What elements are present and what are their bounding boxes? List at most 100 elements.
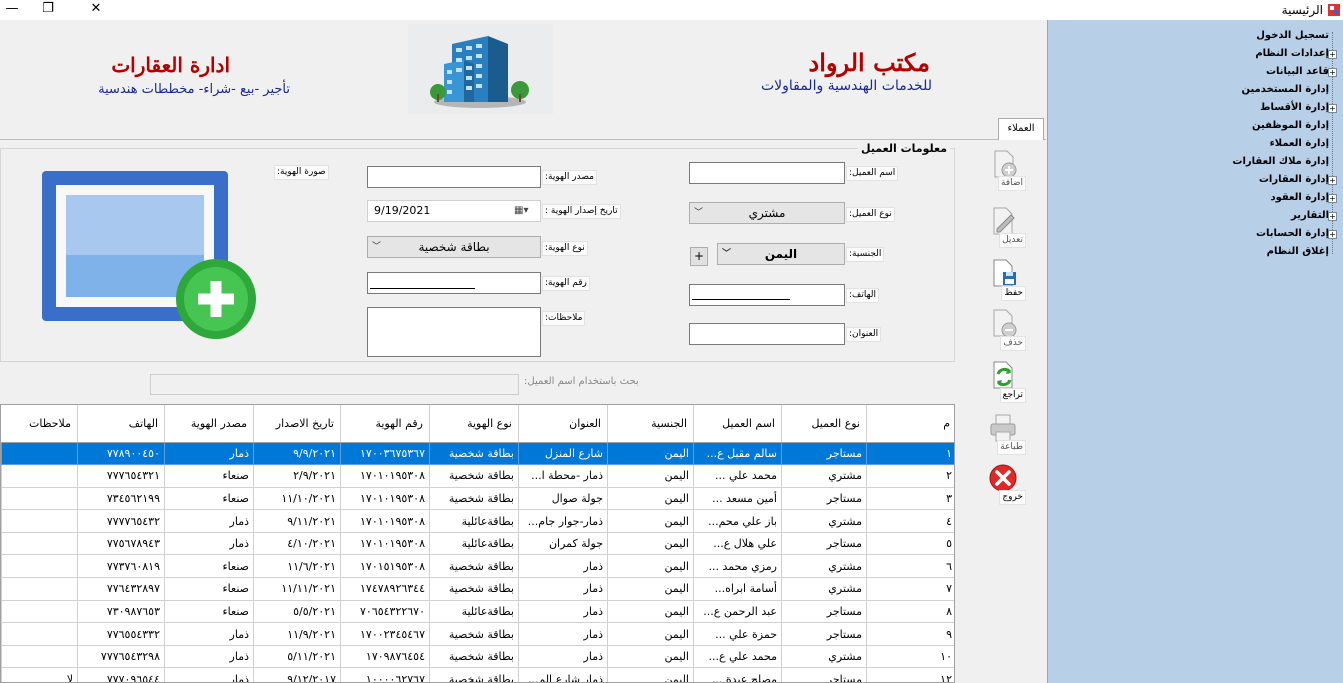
- grid-column-header[interactable]: نوع الهوية: [429, 405, 519, 443]
- minimize-button[interactable]: —: [0, 1, 24, 17]
- tree-item[interactable]: إدارة الأقساط: [1260, 100, 1329, 116]
- table-cell[interactable]: ٧٧٥٦٧٨٩٤٣: [77, 531, 165, 556]
- table-cell[interactable]: ذمار: [518, 577, 608, 601]
- table-cell[interactable]: اليمن: [607, 667, 694, 682]
- table-cell[interactable]: ذمار -محطة ا...: [518, 464, 608, 488]
- tree-item[interactable]: إدارة الحسابات: [1256, 226, 1329, 242]
- table-cell[interactable]: ذمار: [164, 644, 254, 669]
- table-cell[interactable]: مستاجر: [781, 486, 867, 511]
- table-cell[interactable]: [1, 644, 78, 669]
- table-cell[interactable]: ١٧٠٠٢٣٤٥٤٦٧: [340, 622, 430, 646]
- nationality-select[interactable]: ﹀ اليمن: [717, 243, 845, 265]
- table-cell[interactable]: اليمن: [607, 644, 694, 669]
- exit-button[interactable]: خروج: [980, 462, 1026, 508]
- table-cell[interactable]: بطاقة شخصية: [429, 644, 519, 669]
- grid-column-header[interactable]: م: [866, 405, 954, 443]
- table-cell[interactable]: بطاقة شخصية: [429, 486, 519, 511]
- table-cell[interactable]: ١٧٠١٥١٩٥٣٠٨: [340, 554, 430, 579]
- undo-button[interactable]: تراجع: [980, 360, 1026, 406]
- table-cell[interactable]: ٧٣٤٥٦٢١٩٩: [77, 486, 165, 511]
- table-cell[interactable]: ١٧٠١٠١٩٥٣٠٨: [340, 464, 430, 488]
- table-cell[interactable]: مصلح عبدة ...: [693, 667, 782, 682]
- table-cell[interactable]: ٧٧٧٠٩٦٥٤٤: [77, 667, 165, 682]
- expand-icon[interactable]: +: [1328, 176, 1337, 185]
- table-cell[interactable]: مستاجر: [781, 667, 867, 682]
- tree-item[interactable]: إعدادات النظام: [1255, 46, 1329, 62]
- add-button[interactable]: اضافة: [980, 148, 1026, 194]
- table-cell[interactable]: أسامة ابراه...: [693, 577, 782, 601]
- table-cell[interactable]: صنعاء: [164, 486, 254, 511]
- table-cell[interactable]: [1, 486, 78, 511]
- tree-item[interactable]: إدارة ملاك العقارات: [1232, 154, 1329, 170]
- table-cell[interactable]: ٧٧٧٦٥٤٣٢١: [77, 464, 165, 488]
- tree-item[interactable]: إغلاق النظام: [1267, 244, 1329, 260]
- table-cell[interactable]: ١: [866, 441, 954, 466]
- table-cell[interactable]: بطاقة شخصية: [429, 622, 519, 646]
- table-cell[interactable]: ٢/٩/٢٠٢١: [253, 464, 341, 488]
- table-cell[interactable]: اليمن: [607, 622, 694, 646]
- table-cell[interactable]: [1, 599, 78, 624]
- table-cell[interactable]: [1, 441, 78, 466]
- expand-icon[interactable]: +: [1328, 68, 1337, 77]
- table-cell[interactable]: ٧٧٣٧٦٠٨١٩: [77, 554, 165, 579]
- table-row[interactable]: ٤ مشتري باز علي محم... اليمن ذمار-جوار جام..…: [1, 509, 954, 533]
- table-cell[interactable]: مشتري: [781, 577, 867, 601]
- customer-name-input[interactable]: [689, 162, 845, 184]
- table-cell[interactable]: ذمار: [518, 599, 608, 624]
- table-cell[interactable]: ذمار-جوار جام...: [518, 509, 608, 533]
- table-cell[interactable]: ذمار: [518, 622, 608, 646]
- notes-textarea[interactable]: [367, 307, 541, 357]
- tab-customers[interactable]: العملاء: [998, 118, 1044, 140]
- table-cell[interactable]: اليمن: [607, 486, 694, 511]
- table-cell[interactable]: اليمن: [607, 531, 694, 556]
- table-cell[interactable]: ذمار: [164, 667, 254, 682]
- expand-icon[interactable]: +: [1328, 212, 1337, 221]
- tree-item[interactable]: قاعد البيانات: [1266, 64, 1329, 80]
- table-cell[interactable]: ذمار: [164, 622, 254, 646]
- expand-icon[interactable]: +: [1328, 230, 1337, 239]
- table-cell[interactable]: شارع المنزل: [518, 441, 608, 466]
- table-cell[interactable]: ٧٧٧٦٥٤٣٢٩٨: [77, 644, 165, 669]
- expand-icon[interactable]: +: [1328, 104, 1337, 113]
- table-cell[interactable]: ذمار: [518, 644, 608, 669]
- table-cell[interactable]: بطاقةعائلية: [429, 531, 519, 556]
- table-cell[interactable]: ٥: [866, 531, 954, 556]
- table-cell[interactable]: اليمن: [607, 599, 694, 624]
- table-cell[interactable]: ٤/١٠/٢٠٢١: [253, 531, 341, 556]
- tree-item[interactable]: تسجيل الدخول: [1256, 28, 1329, 44]
- table-cell[interactable]: ذمار: [164, 441, 254, 466]
- table-cell[interactable]: مشتري: [781, 554, 867, 579]
- table-cell[interactable]: ١١/١١/٢٠٢١: [253, 577, 341, 601]
- tree-item[interactable]: إدارة العملاء: [1270, 136, 1329, 152]
- grid-column-header[interactable]: اسم العميل: [693, 405, 782, 443]
- table-cell[interactable]: اليمن: [607, 554, 694, 579]
- table-cell[interactable]: ١٠: [866, 644, 954, 669]
- address-input[interactable]: [689, 323, 845, 345]
- table-row[interactable]: ٣ مستاجر أمين مسعد ... اليمن جولة صوال بطاقة …: [1, 486, 954, 511]
- maximize-button[interactable]: ❐: [36, 1, 60, 17]
- tree-item[interactable]: إدارة العقود: [1270, 190, 1329, 206]
- table-cell[interactable]: باز علي محم...: [693, 509, 782, 533]
- table-cell[interactable]: ١٧٠١٠١٩٥٣٠٨: [340, 486, 430, 511]
- table-cell[interactable]: [1, 554, 78, 579]
- table-cell[interactable]: مشتري: [781, 509, 867, 533]
- grid-column-header[interactable]: الجنسية: [607, 405, 694, 443]
- table-cell[interactable]: ٤: [866, 509, 954, 533]
- phone-input[interactable]: [689, 284, 845, 306]
- table-cell[interactable]: صنعاء: [164, 599, 254, 624]
- id-source-input[interactable]: [367, 166, 541, 188]
- table-cell[interactable]: ٩/١١/٢٠٢١: [253, 509, 341, 533]
- table-cell[interactable]: ١١/٩/٢٠٢١: [253, 622, 341, 646]
- table-cell[interactable]: ٥/١١/٢٠٢١: [253, 644, 341, 669]
- table-cell[interactable]: اليمن: [607, 509, 694, 533]
- table-cell[interactable]: اليمن: [607, 441, 694, 466]
- table-cell[interactable]: ذمار: [164, 531, 254, 556]
- customers-grid[interactable]: م نوع العميل اسم العميل الجنسية العنوان نوع ا…: [0, 404, 955, 683]
- table-cell[interactable]: ١٧٠١٠١٩٥٣٠٨: [340, 531, 430, 556]
- grid-column-header[interactable]: رقم الهوية: [340, 405, 430, 443]
- table-cell[interactable]: ١٧٠١٠١٩٥٣٠٨: [340, 509, 430, 533]
- customer-type-select[interactable]: ﹀ مشتري: [689, 202, 845, 224]
- table-row[interactable]: ١ مستاجر سالم مقبل ع... اليمن شارع المنزل بطا…: [1, 441, 954, 466]
- tree-item[interactable]: إدارة العقارات: [1259, 172, 1329, 188]
- table-cell[interactable]: ذمار: [164, 509, 254, 533]
